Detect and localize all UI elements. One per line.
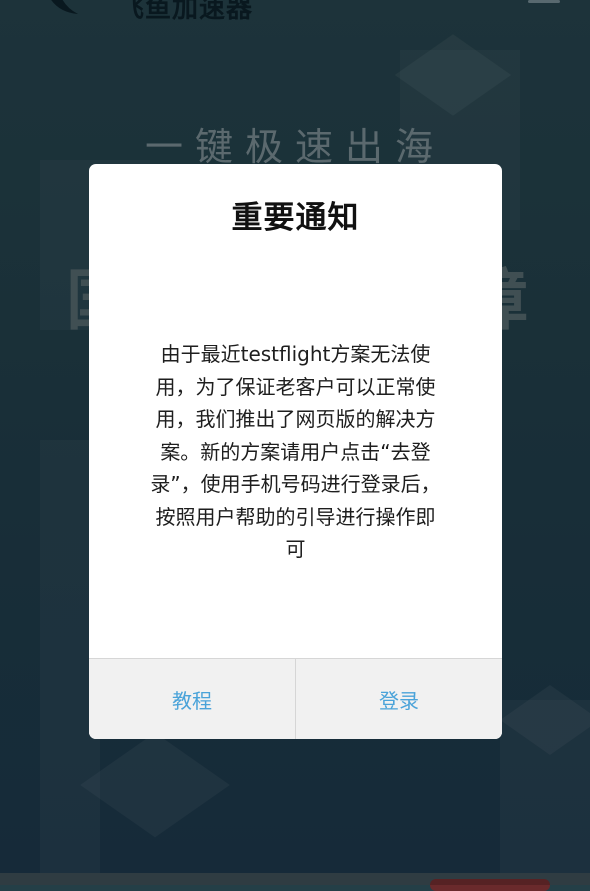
tutorial-button[interactable]: 教程: [89, 659, 296, 739]
login-button[interactable]: 登录: [296, 659, 502, 739]
dialog-button-bar: 教程 登录: [89, 658, 502, 739]
dialog-title: 重要通知: [231, 200, 360, 236]
dialog-message: 由于最近testflight方案无法使 用，为了保证老客户可以正常使 用，我们推…: [150, 342, 441, 561]
notice-dialog: 重要通知 由于最近testflight方案无法使 用，为了保证老客户可以正常使 …: [89, 164, 502, 739]
